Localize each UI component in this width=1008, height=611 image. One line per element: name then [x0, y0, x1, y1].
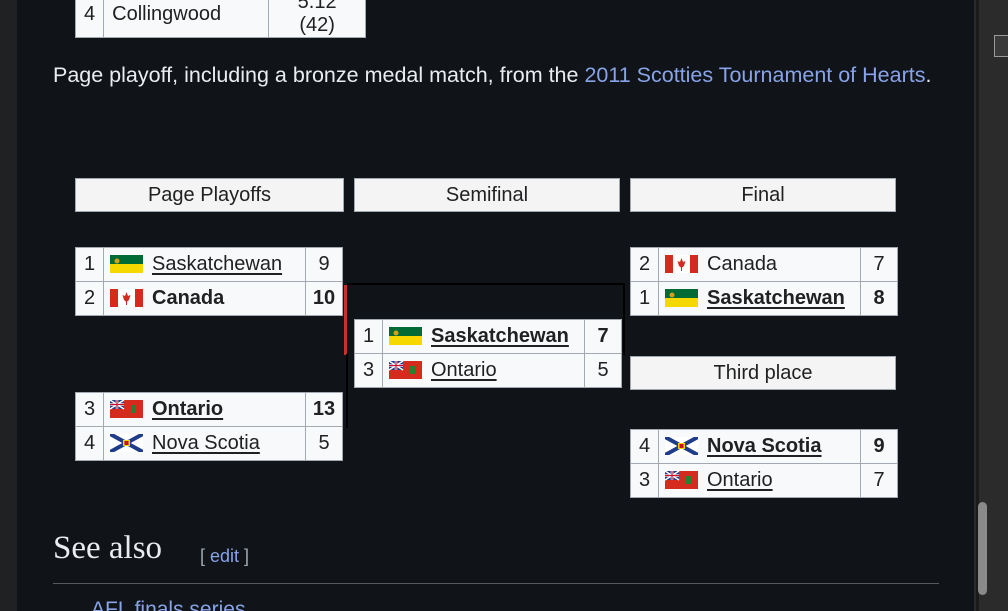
- seed-cell: 2: [630, 247, 659, 282]
- saskatchewan-flag-icon: [110, 255, 143, 273]
- scrollbar-thumb[interactable]: [978, 502, 987, 595]
- score-cell: 10: [305, 281, 343, 316]
- match-row: 2 Canada 10: [75, 281, 343, 316]
- ontario-flag-icon: [664, 470, 698, 489]
- team-cell: Saskatchewan: [103, 247, 306, 282]
- match-final: 2 Canada 7 1 Saskatchewan 8: [630, 247, 898, 316]
- rank-cell: 4: [74, 0, 105, 38]
- bracket-connector-top: [347, 283, 625, 285]
- seed-cell: 1: [354, 319, 383, 354]
- team-cell: Saskatchewan: [382, 319, 585, 354]
- round-header-final: Final: [630, 178, 896, 212]
- seed-cell: 4: [630, 429, 659, 464]
- tournament-link[interactable]: 2011 Scotties Tournament of Hearts: [584, 63, 925, 87]
- team-cell: Collingwood: [103, 0, 270, 38]
- see-also-link-afl-finals[interactable]: AFL finals series: [91, 598, 245, 611]
- team-link-saskatchewan[interactable]: Saskatchewan: [431, 325, 569, 347]
- nova-scotia-flag-icon: [109, 432, 144, 454]
- ontario-flag-icon: [109, 399, 143, 418]
- match-third-place: 4 Nova Scotia 9 3 Ontario 7: [630, 429, 898, 498]
- team-cell: Ontario: [103, 392, 306, 427]
- canada-flag-icon: [665, 255, 698, 273]
- seed-cell: 1: [630, 281, 659, 316]
- team-cell: Saskatchewan: [658, 281, 861, 316]
- team-link-ontario[interactable]: Ontario: [707, 469, 773, 491]
- match-row: 4 Nova Scotia 5: [75, 426, 343, 461]
- team-link-nova-scotia[interactable]: Nova Scotia: [152, 432, 260, 454]
- edit-section: [ edit ]: [200, 546, 249, 567]
- score-cell: 5: [584, 353, 622, 388]
- article-content: 4 Collingwood 5.12 (42) Page playoff, in…: [17, 0, 974, 611]
- team-link-ontario[interactable]: Ontario: [431, 359, 497, 381]
- match-row: 3 Ontario 7: [630, 463, 898, 498]
- nova-scotia-flag-icon: [664, 435, 699, 457]
- round-header-third-place: Third place: [630, 356, 896, 390]
- team-cell: Ontario: [382, 353, 585, 388]
- heading-divider: [53, 583, 939, 584]
- team-link-saskatchewan[interactable]: Saskatchewan: [152, 253, 282, 275]
- team-cell: Nova Scotia: [658, 429, 861, 464]
- bracket-connector-winner: [344, 285, 347, 355]
- seed-cell: 3: [75, 392, 104, 427]
- ontario-flag-icon: [388, 360, 422, 379]
- seed-cell: 3: [630, 463, 659, 498]
- match-row: 4 Nova Scotia 9: [630, 429, 898, 464]
- saskatchewan-flag-icon: [389, 327, 422, 345]
- bracket-connector-lower: [346, 354, 348, 428]
- team-link-saskatchewan[interactable]: Saskatchewan: [707, 287, 845, 309]
- round-header-page-playoffs: Page Playoffs: [75, 178, 344, 212]
- score-cell: 7: [860, 247, 898, 282]
- edit-bracket-close: ]: [239, 546, 250, 566]
- match-row: 3 Ontario 5: [354, 353, 622, 388]
- intro-text: Page playoff, including a bronze medal m…: [53, 63, 585, 87]
- previous-table: 4 Collingwood 5.12 (42): [74, 0, 367, 38]
- seed-cell: 2: [75, 281, 104, 316]
- score-cell: 7: [584, 319, 622, 354]
- intro-suffix: .: [925, 63, 932, 87]
- match-page-1v2: 1 Saskatchewan 9 2 Canada 10: [75, 247, 343, 316]
- team-link-nova-scotia[interactable]: Nova Scotia: [707, 435, 821, 457]
- seed-cell: 3: [354, 353, 383, 388]
- match-row: 1 Saskatchewan 8: [630, 281, 898, 316]
- intro-paragraph: Page playoff, including a bronze medal m…: [53, 56, 933, 95]
- match-semifinal: 1 Saskatchewan 7 3 Ontario 5: [354, 319, 622, 388]
- team-cell: Nova Scotia: [103, 426, 306, 461]
- score-cell: 9: [305, 247, 343, 282]
- seed-cell: 1: [75, 247, 104, 282]
- edit-bracket-open: [: [200, 546, 211, 566]
- panel-tab[interactable]: [994, 35, 1008, 57]
- edit-link[interactable]: edit: [210, 546, 239, 566]
- match-row: 1 Saskatchewan 9: [75, 247, 343, 282]
- match-row: 3 Ontario 13: [75, 392, 343, 427]
- match-row: 1 Saskatchewan 7: [354, 319, 622, 354]
- saskatchewan-flag-icon: [665, 289, 698, 307]
- bracket-connector-right: [623, 283, 625, 355]
- match-page-3v4: 3 Ontario 13 4 Nova Scotia 5: [75, 392, 343, 461]
- score-cell: 8: [860, 281, 898, 316]
- seed-cell: 4: [75, 426, 104, 461]
- match-row: 2 Canada 7: [630, 247, 898, 282]
- table-row: 4 Collingwood 5.12 (42): [74, 0, 367, 38]
- value-cell: 5.12 (42): [268, 0, 367, 38]
- team-cell: Canada: [658, 247, 861, 282]
- team-cell: Canada: [103, 281, 306, 316]
- team-name-canada: Canada: [707, 253, 778, 275]
- team-link-ontario[interactable]: Ontario: [152, 398, 223, 420]
- team-name-canada: Canada: [152, 287, 225, 309]
- score-cell: 9: [860, 429, 898, 464]
- team-cell: Ontario: [658, 463, 861, 498]
- see-also-heading: See also: [53, 530, 163, 566]
- canada-flag-icon: [110, 289, 143, 307]
- round-header-semifinal: Semifinal: [354, 178, 620, 212]
- score-cell: 5: [305, 426, 343, 461]
- score-cell: 7: [860, 463, 898, 498]
- score-cell: 13: [305, 392, 343, 427]
